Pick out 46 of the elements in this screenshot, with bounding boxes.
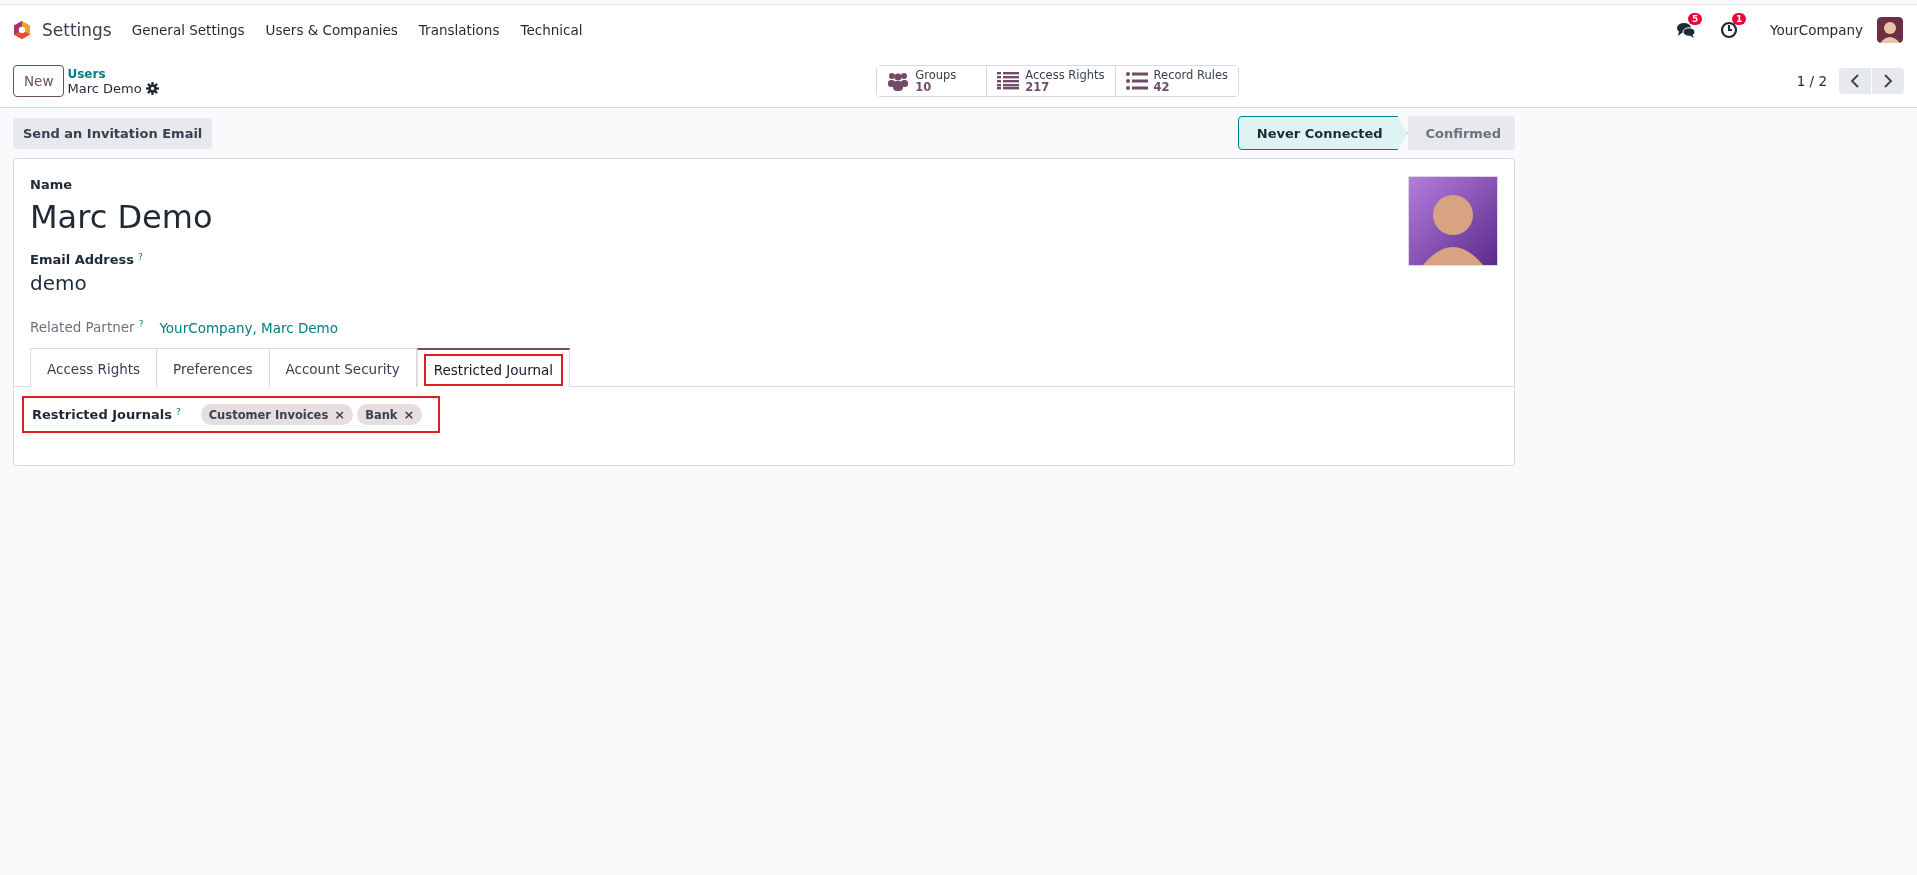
notification-count: 1	[1731, 13, 1747, 25]
notification-count: 5	[1687, 13, 1703, 25]
smart-button[interactable]: Groups 10	[877, 65, 988, 97]
app-logo-icon[interactable]	[12, 19, 32, 41]
tab[interactable]: Account Security	[269, 348, 417, 387]
status-step[interactable]: Confirmed	[1407, 116, 1515, 150]
help-tooltip[interactable]: ?	[175, 407, 181, 417]
new-button[interactable]: New	[13, 65, 65, 97]
menu-item[interactable]: Technical	[520, 22, 583, 38]
gear-icon[interactable]	[145, 81, 159, 95]
chevron-left-icon	[1850, 74, 1860, 88]
previous-button[interactable]	[1839, 68, 1871, 94]
status-step[interactable]: Never Connected	[1237, 116, 1408, 150]
menu-item[interactable]: Translations	[418, 22, 500, 38]
menu-item[interactable]: General Settings	[131, 22, 245, 38]
list-icon	[997, 72, 1020, 90]
help-tooltip[interactable]: ?	[138, 252, 143, 262]
pager-count: 1 / 2	[1796, 73, 1827, 89]
clock-icon[interactable]	[1719, 21, 1738, 39]
field-label: Related Partner	[30, 319, 135, 335]
record-title: Marc Demo	[67, 80, 142, 96]
invitation-button[interactable]: Send an Invitation Email	[13, 117, 213, 149]
remove-icon[interactable]: ×	[334, 407, 346, 422]
help-tooltip[interactable]: ?	[138, 319, 144, 329]
remove-icon[interactable]: ×	[403, 407, 415, 422]
name-value: Marc Demo	[30, 198, 213, 236]
tag: Bank ×	[357, 404, 423, 425]
users-icon	[887, 71, 910, 91]
chat-icon[interactable]	[1675, 21, 1696, 39]
tab[interactable]: Restricted Journal	[416, 348, 571, 387]
field-label: Name	[30, 177, 72, 192]
email-value: demo	[30, 271, 87, 295]
breadcrumb-link[interactable]: Users	[67, 66, 159, 81]
tag: Customer Invoices ×	[200, 404, 354, 425]
tab[interactable]: Access Rights	[30, 348, 158, 387]
partner-link[interactable]: YourCompany, Marc Demo	[159, 320, 339, 336]
user-avatar[interactable]	[1877, 17, 1903, 43]
bullet-list-icon	[1125, 72, 1148, 90]
tab[interactable]: Preferences	[157, 348, 270, 387]
app-title[interactable]: Settings	[42, 20, 112, 40]
company-name[interactable]: YourCompany	[1769, 22, 1863, 38]
next-button[interactable]	[1872, 68, 1904, 94]
field-label: Restricted Journals	[32, 407, 172, 422]
menu-item[interactable]: Users & Companies	[265, 22, 398, 38]
chevron-right-icon	[1883, 74, 1893, 88]
field-label: Email Address	[30, 252, 134, 267]
